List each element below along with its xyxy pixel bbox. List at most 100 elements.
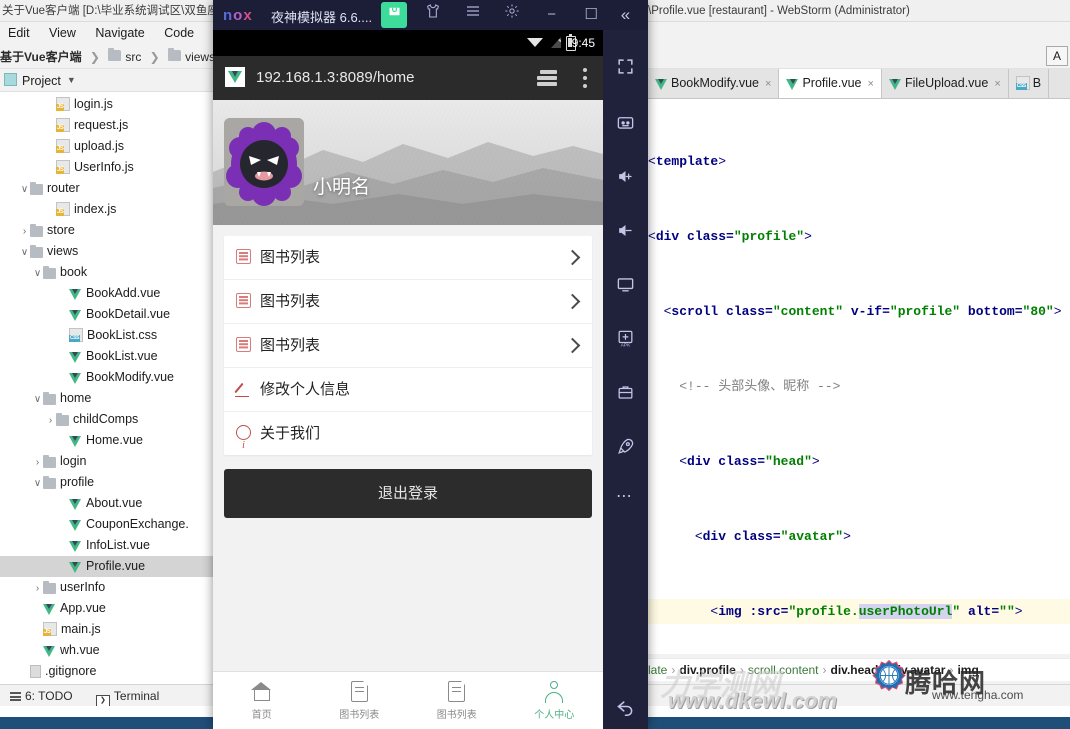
tree-item-userinfo-js[interactable]: UserInfo.js: [0, 157, 214, 178]
breadcrumb-project[interactable]: 基于Vue客户端: [0, 45, 82, 69]
editor-tab-bookmodify-vue[interactable]: BookModify.vue×: [648, 69, 779, 98]
status-terminal[interactable]: Terminal: [86, 685, 169, 708]
project-tool-window[interactable]: Project▼ login.jsrequest.jsupload.jsUser…: [0, 69, 215, 729]
editor-breadcrumb-item[interactable]: div.profile: [679, 663, 735, 677]
status-todo[interactable]: 6: TODO: [0, 685, 83, 707]
tree-item-views[interactable]: ∨views: [0, 241, 214, 262]
nox-side-toolbar[interactable]: APK ⋯: [603, 30, 648, 729]
tab-home[interactable]: 首页: [213, 672, 311, 729]
avatar[interactable]: [224, 118, 304, 206]
tree-item-profile-vue[interactable]: Profile.vue: [0, 556, 214, 577]
rocket-icon[interactable]: [603, 424, 648, 468]
editor-breadcrumb-item[interactable]: div.head: [831, 663, 879, 677]
gear-icon[interactable]: [495, 0, 530, 30]
list-item[interactable]: 图书列表: [224, 236, 592, 280]
chevron-right-icon[interactable]: ›: [19, 221, 30, 241]
shirt-icon[interactable]: [416, 0, 451, 30]
breadcrumb-views[interactable]: views: [185, 45, 215, 69]
tree-item-login[interactable]: ›login: [0, 451, 214, 472]
chevron-right-icon[interactable]: ›: [45, 410, 56, 430]
tree-item-infolist-vue[interactable]: InfoList.vue: [0, 535, 214, 556]
tree-item-booklist-css[interactable]: BookList.css: [0, 325, 214, 346]
editor-breadcrumb-item[interactable]: late: [648, 663, 667, 677]
profile-info-list[interactable]: 图书列表 图书列表 图书列表 修改个人信息 关于我: [224, 236, 592, 455]
list-item[interactable]: 修改个人信息: [224, 368, 592, 412]
project-panel-header[interactable]: Project▼: [0, 69, 214, 92]
menu-icon[interactable]: [455, 0, 490, 30]
browser-address-bar[interactable]: 192.168.1.3:8089/home: [213, 56, 603, 100]
close-tab-icon[interactable]: ×: [868, 78, 874, 90]
tree-item-profile[interactable]: ∨profile: [0, 472, 214, 493]
menu-item-view[interactable]: View: [41, 22, 84, 44]
editor-breadcrumb-item[interactable]: div.avatar: [890, 663, 945, 677]
volume-down-icon[interactable]: [603, 208, 648, 252]
close-tab-icon[interactable]: ×: [765, 78, 771, 90]
apps-icon[interactable]: [381, 2, 407, 28]
tree-item-bookdetail-vue[interactable]: BookDetail.vue: [0, 304, 214, 325]
tree-item-childcomps[interactable]: ›childComps: [0, 409, 214, 430]
tabs-icon[interactable]: [537, 70, 557, 86]
close-tab-icon[interactable]: ×: [994, 78, 1000, 90]
search-everywhere-button[interactable]: A: [1046, 46, 1068, 66]
chevron-down-icon[interactable]: ∨: [32, 389, 43, 409]
editor-tab-b[interactable]: B: [1009, 69, 1049, 98]
breadcrumb-src[interactable]: src: [125, 45, 141, 69]
tab-booklist-1[interactable]: 图书列表: [311, 672, 409, 729]
address-bar-url[interactable]: 192.168.1.3:8089/home: [256, 56, 414, 100]
more-icon[interactable]: ⋯: [603, 474, 648, 518]
tree-item-index-js[interactable]: index.js: [0, 199, 214, 220]
chevron-right-icon[interactable]: ›: [32, 452, 43, 472]
volume-up-icon[interactable]: [603, 154, 648, 198]
back-icon[interactable]: [603, 684, 648, 728]
tree-item--gitignore[interactable]: .gitignore: [0, 661, 214, 682]
tree-item-booklist-vue[interactable]: BookList.vue: [0, 346, 214, 367]
chevron-down-icon[interactable]: ∨: [32, 263, 43, 283]
tree-item-home-vue[interactable]: Home.vue: [0, 430, 214, 451]
list-item[interactable]: 关于我们: [224, 412, 592, 455]
collapse-icon[interactable]: «: [603, 0, 648, 30]
menu-item-code[interactable]: Code: [156, 22, 202, 44]
tree-item-home[interactable]: ∨home: [0, 388, 214, 409]
tree-item-about-vue[interactable]: About.vue: [0, 493, 214, 514]
logout-button[interactable]: 退出登录: [224, 469, 592, 518]
editor-breadcrumb-item[interactable]: img: [957, 663, 978, 677]
tree-item-bookmodify-vue[interactable]: BookModify.vue: [0, 367, 214, 388]
chevron-down-icon[interactable]: ∨: [19, 242, 30, 262]
tab-booklist-2[interactable]: 图书列表: [408, 672, 506, 729]
tree-item-userinfo[interactable]: ›userInfo: [0, 577, 214, 598]
tree-item-bookadd-vue[interactable]: BookAdd.vue: [0, 283, 214, 304]
chevron-right-icon[interactable]: ›: [32, 578, 43, 598]
fullscreen-icon[interactable]: [603, 44, 648, 88]
editor-tab-profile-vue[interactable]: Profile.vue×: [779, 69, 882, 98]
bottom-tab-bar[interactable]: 首页 图书列表 图书列表 个人中心: [213, 671, 603, 729]
editor-tab-row[interactable]: BookModify.vue×Profile.vue×FileUpload.vu…: [648, 69, 1070, 99]
list-item[interactable]: 图书列表: [224, 324, 592, 368]
editor-tab-fileupload-vue[interactable]: FileUpload.vue×: [882, 69, 1009, 98]
tree-item-wh-vue[interactable]: wh.vue: [0, 640, 214, 661]
code-editor[interactable]: <template> <div class="profile"> <scroll…: [648, 99, 1070, 654]
menu-item-edit[interactable]: Edit: [0, 22, 38, 44]
chevron-down-icon[interactable]: ∨: [19, 179, 30, 199]
nox-emulator-window[interactable]: nox 夜神模拟器 6.6.... − ☐ ✕: [213, 0, 648, 729]
tree-item-book[interactable]: ∨book: [0, 262, 214, 283]
nox-titlebar[interactable]: nox 夜神模拟器 6.6.... − ☐ ✕: [213, 0, 648, 30]
android-screen[interactable]: 9:45 192.168.1.3:8089/home: [213, 30, 603, 729]
tree-item-login-js[interactable]: login.js: [0, 94, 214, 115]
overflow-menu-icon[interactable]: [583, 68, 587, 92]
list-item[interactable]: 图书列表: [224, 280, 592, 324]
screenshot-icon[interactable]: [603, 100, 648, 144]
tab-profile[interactable]: 个人中心: [506, 672, 604, 729]
toolbox-icon[interactable]: [603, 370, 648, 414]
profile-page[interactable]: 小明名 图书列表 图书列表 图书列表: [213, 100, 603, 729]
chevron-down-icon[interactable]: ∨: [32, 473, 43, 493]
menu-item-navigate[interactable]: Navigate: [87, 22, 152, 44]
chevron-down-icon[interactable]: ▼: [67, 69, 76, 91]
screen-record-icon[interactable]: [603, 262, 648, 306]
tree-item-upload-js[interactable]: upload.js: [0, 136, 214, 157]
tree-item-app-vue[interactable]: App.vue: [0, 598, 214, 619]
tree-item-router[interactable]: ∨router: [0, 178, 214, 199]
install-apk-icon[interactable]: APK: [603, 316, 648, 360]
tree-item-store[interactable]: ›store: [0, 220, 214, 241]
tree-item-main-js[interactable]: main.js: [0, 619, 214, 640]
tree-item-couponexchange-[interactable]: CouponExchange.: [0, 514, 214, 535]
